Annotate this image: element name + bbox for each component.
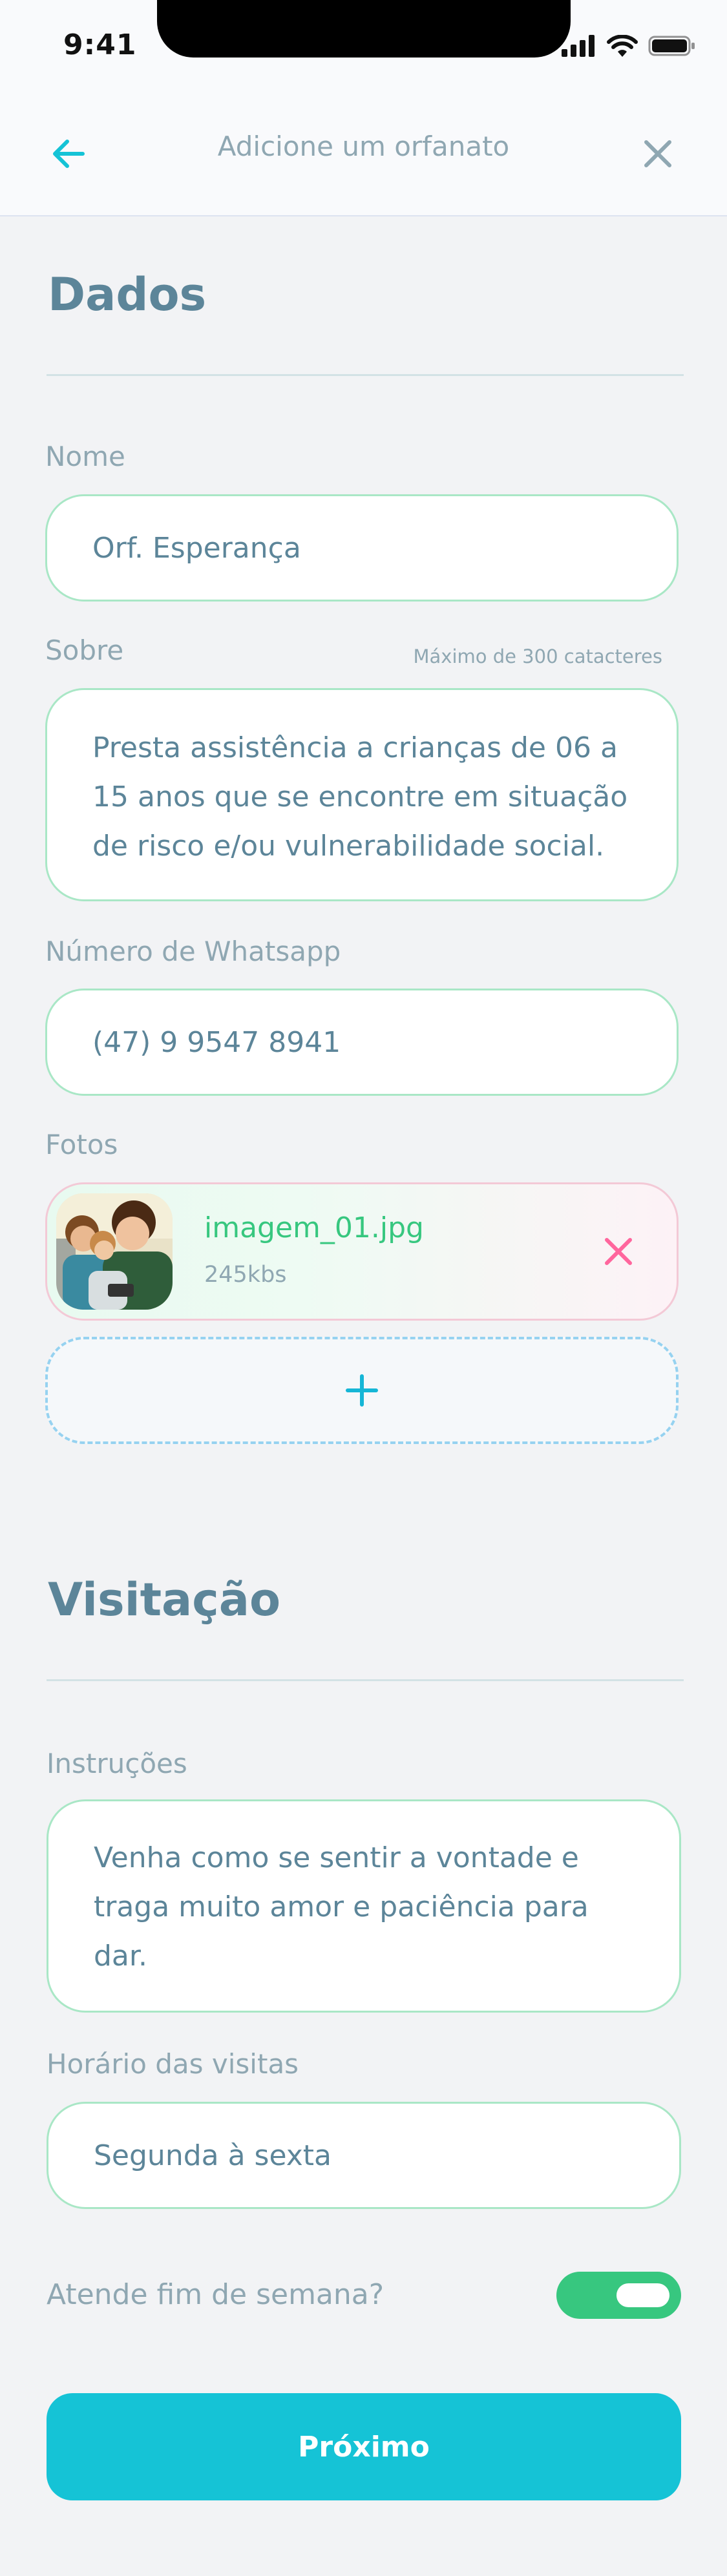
fim-de-semana-label: Atende fim de semana? [47,2278,385,2311]
status-bar: 9:41 [0,0,727,90]
horario-input[interactable]: Segunda à sexta [47,2102,681,2209]
toggle-knob [616,2283,669,2307]
section-divider [47,1679,684,1681]
plus-icon [346,1374,378,1407]
instrucoes-textarea[interactable]: Venha como se sentir a vontade e traga m… [47,1799,681,2013]
whatsapp-input[interactable]: (47) 9 9547 8941 [45,989,679,1096]
close-button[interactable] [635,131,680,176]
fim-de-semana-toggle[interactable] [556,2272,681,2319]
signal-icon [562,35,595,57]
add-photo-button[interactable] [45,1337,679,1444]
next-button[interactable]: Próximo [47,2393,681,2500]
status-time: 9:41 [63,28,137,61]
section-title-dados: Dados [48,268,207,321]
section-title-visitacao: Visitação [48,1573,281,1626]
wifi-icon [607,35,638,57]
close-icon [644,140,671,167]
status-icons [562,35,696,57]
photo-filename: imagem_01.jpg [204,1211,424,1244]
whatsapp-label: Número de Whatsapp [45,936,341,967]
nome-label: Nome [45,441,125,472]
photo-thumbnail [56,1193,173,1310]
photo-item: imagem_01.jpg 245kbs [45,1182,679,1321]
page-header: Adicione um orfanato [0,90,727,216]
instrucoes-label: Instruções [47,1748,187,1779]
battery-icon [648,36,695,56]
photo-thumbnail-image [56,1193,173,1310]
sobre-label: Sobre [45,634,124,666]
sobre-char-limit: Máximo de 300 catacteres [413,645,662,667]
close-icon [605,1238,632,1265]
photo-filesize: 245kbs [204,1262,287,1288]
section-divider [47,374,684,376]
remove-photo-button[interactable] [598,1231,639,1272]
fotos-label: Fotos [45,1129,118,1160]
device-notch [157,0,571,58]
sobre-textarea[interactable]: Presta assistência a crianças de 06 a 15… [45,688,679,901]
page-title: Adicione um orfanato [217,131,510,162]
horario-label: Horário das visitas [47,2048,299,2080]
nome-input[interactable]: Orf. Esperança [45,494,679,602]
